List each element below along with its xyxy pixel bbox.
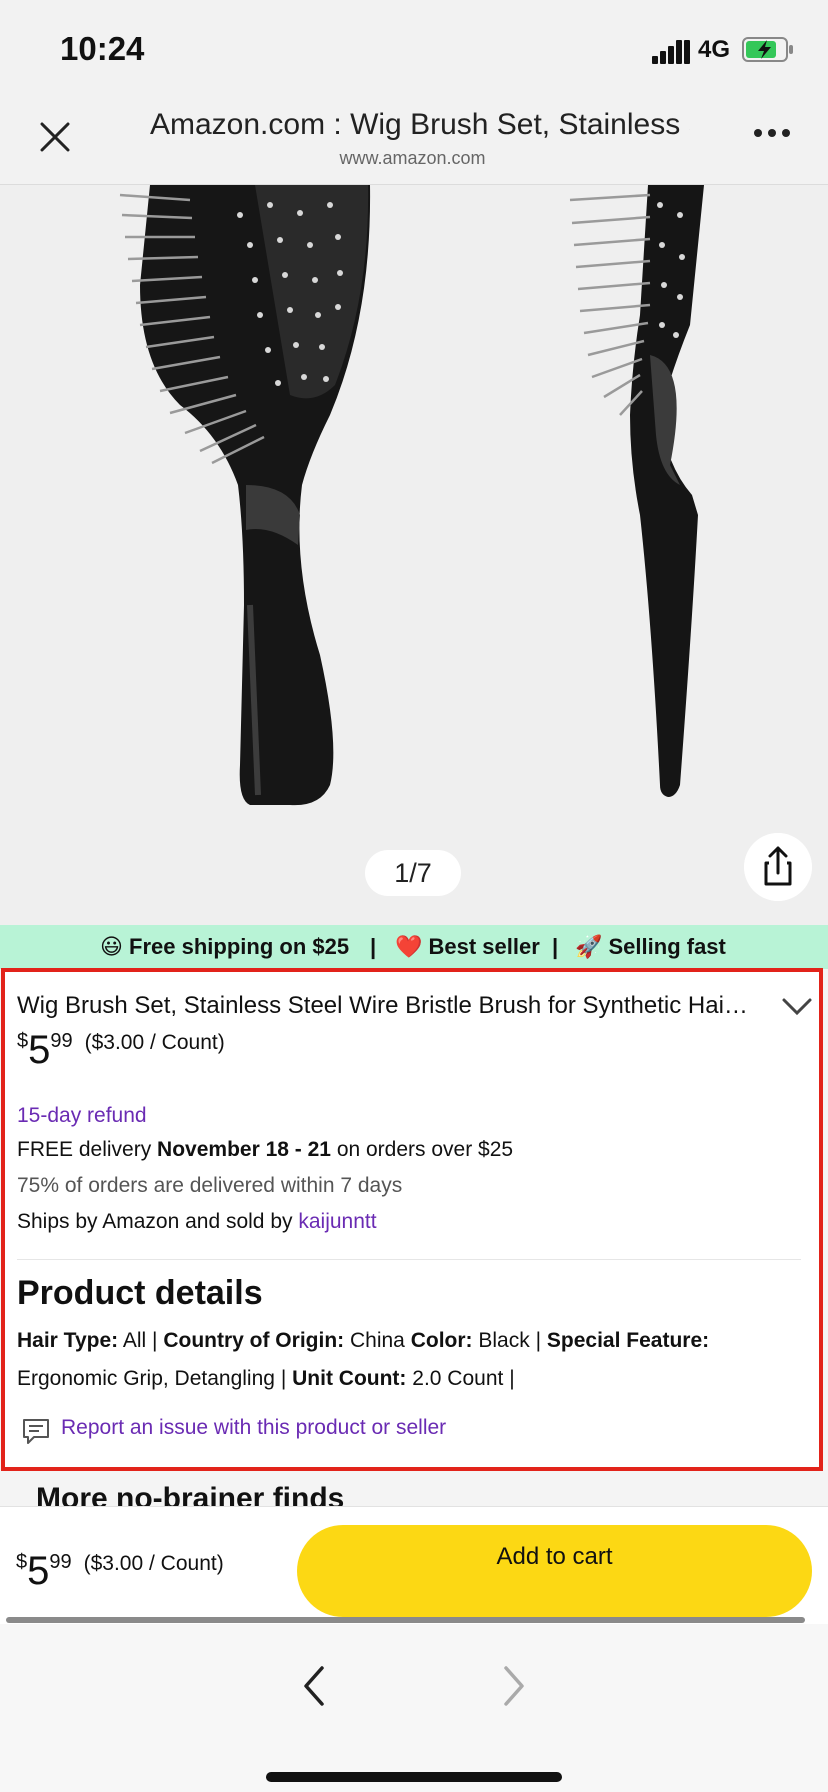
product-details-heading: Product details (17, 1274, 263, 1312)
share-icon[interactable] (744, 833, 812, 901)
product-price: $599 ($3.00 / Count) (17, 1028, 225, 1073)
more-finds-heading: More no-brainer finds (36, 1482, 345, 1508)
promo-separator: | (370, 934, 377, 959)
unit-price: ($3.00 / Count) (83, 1552, 224, 1575)
promo-best-seller: ❤️ Best seller (395, 934, 540, 959)
product-image-gallery[interactable]: 1/7 (0, 185, 828, 925)
signal-icon (652, 40, 690, 64)
delivery-prefix: FREE delivery (17, 1138, 152, 1161)
image-counter: 1/7 (365, 850, 461, 896)
price-currency: $ (16, 1551, 28, 1573)
product-info-panel: Wig Brush Set, Stainless Steel Wire Bris… (1, 968, 823, 1471)
detail-value: Ergonomic Grip, Detangling (17, 1367, 275, 1390)
product-details-text: Hair Type: All | Country of Origin: Chin… (17, 1322, 807, 1398)
unit-price: ($3.00 / Count) (84, 1031, 225, 1054)
add-to-cart-button[interactable]: Add to cart (297, 1525, 812, 1617)
paddle-brush (119, 185, 371, 806)
forward-arrow-icon[interactable] (500, 1662, 530, 1710)
cart-price: $599 ($3.00 / Count) (16, 1549, 224, 1594)
detail-value: 2.0 Count (412, 1367, 504, 1390)
page-url: www.amazon.com (339, 148, 486, 168)
detail-label: Country of Origin: (163, 1329, 345, 1352)
seller-link[interactable]: kaijunntt (298, 1210, 376, 1233)
ships-text: Ships by Amazon and sold by (17, 1210, 293, 1233)
detail-label: Color: (410, 1329, 473, 1352)
network-type: 4G (698, 36, 731, 63)
browser-navigation (0, 1624, 828, 1792)
price-currency: $ (17, 1030, 29, 1052)
teasing-brush (569, 185, 704, 797)
detail-separator: | (152, 1329, 158, 1352)
more-options-icon[interactable] (752, 125, 792, 141)
detail-label: Hair Type: (17, 1329, 119, 1352)
detail-value: All (122, 1329, 147, 1352)
page-load-progress (6, 1617, 805, 1623)
add-to-cart-bar: $599 ($3.00 / Count) Add to cart (0, 1506, 828, 1624)
delivery-info: FREE delivery November 18 - 21 on orders… (17, 1138, 513, 1162)
price-fraction: 99 (50, 1030, 73, 1052)
home-indicator[interactable] (266, 1772, 562, 1782)
promo-strip: 😃 Free shipping on $25 | ❤️ Best seller … (0, 925, 828, 969)
detail-separator: | (280, 1367, 287, 1390)
detail-value: Black (478, 1329, 530, 1352)
chevron-down-icon[interactable] (781, 996, 813, 1018)
detail-label: Unit Count: (292, 1367, 407, 1390)
report-issue-link[interactable]: Report an issue with this product or sel… (61, 1416, 446, 1440)
detail-label: Special Feature: (546, 1329, 710, 1352)
browser-header: 10:24 4G Amazon.com : Wig Brush Set, Sta… (0, 0, 828, 185)
battery-icon (742, 37, 793, 62)
page-title: Amazon.com : Wig Brush Set, Stainless St… (150, 108, 690, 141)
delivery-suffix: on orders over $25 (336, 1138, 514, 1161)
divider (17, 1259, 801, 1260)
delivery-stat: 75% of orders are delivered within 7 day… (17, 1174, 403, 1197)
price-whole: 5 (28, 1028, 51, 1072)
ships-info: Ships by Amazon and sold by kaijunntt (17, 1210, 377, 1234)
promo-free-shipping: 😃 Free shipping on $25 (100, 934, 350, 959)
detail-separator: | (509, 1367, 515, 1390)
back-arrow-icon[interactable] (298, 1662, 328, 1710)
product-title[interactable]: Wig Brush Set, Stainless Steel Wire Bris… (17, 992, 773, 1020)
close-icon[interactable] (36, 118, 74, 156)
price-whole: 5 (27, 1549, 50, 1593)
product-image (119, 185, 704, 806)
price-fraction: 99 (49, 1551, 72, 1573)
detail-separator: | (535, 1329, 542, 1352)
refund-link[interactable]: 15-day refund (17, 1104, 147, 1128)
promo-separator: | (552, 934, 559, 959)
promo-selling-fast: 🚀 Selling fast (575, 934, 726, 959)
delivery-dates: November 18 - 21 (157, 1138, 331, 1161)
status-time: 10:24 (60, 30, 145, 67)
detail-value: China (349, 1329, 405, 1352)
report-icon[interactable] (21, 1416, 51, 1446)
